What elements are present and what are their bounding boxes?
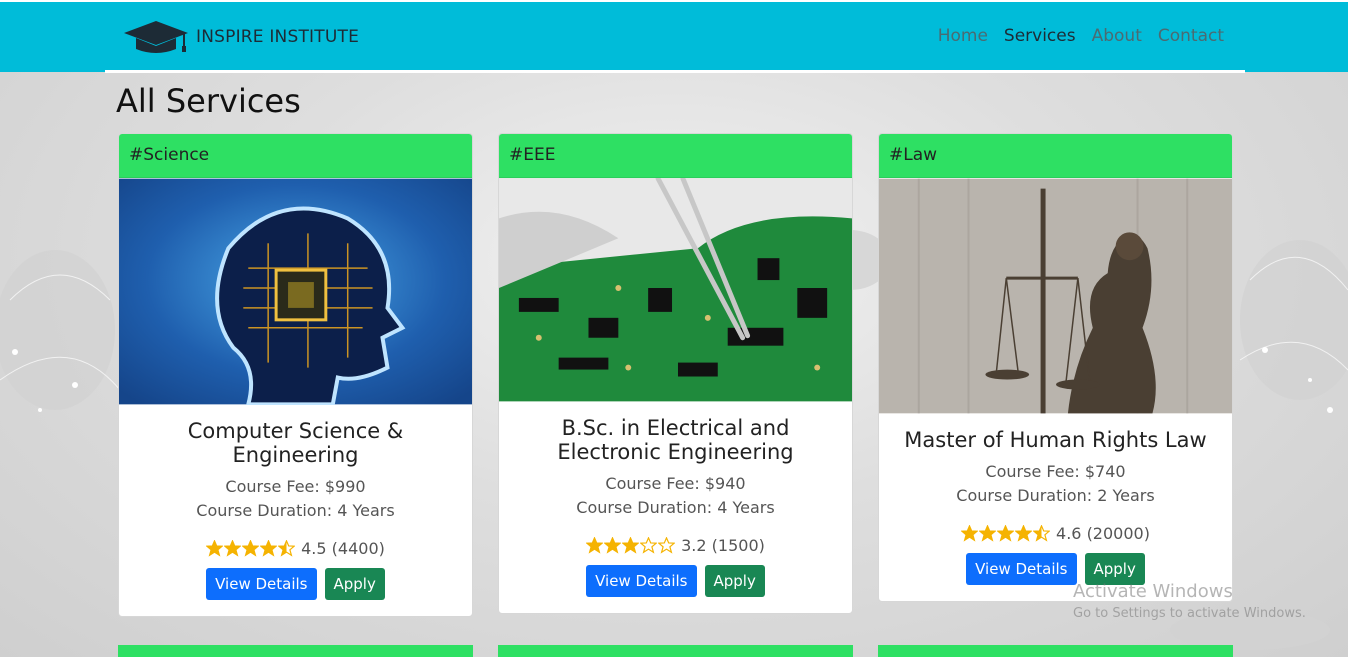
rating-text: 4.6 (20000) [1056, 524, 1150, 543]
card-tag: #Science [119, 134, 472, 178]
nav-home[interactable]: Home [938, 26, 988, 46]
star-full-icon [961, 525, 979, 542]
service-card-eee: #EEE B.Sc. in Electrical and Electronic … [498, 133, 853, 614]
rating-text: 4.5 (4400) [301, 539, 385, 558]
course-duration: Course Duration: 2 Years [956, 486, 1155, 505]
next-card-header [878, 645, 1233, 657]
nav-menu: Home Services About Contact [938, 26, 1224, 46]
star-rating [586, 537, 676, 554]
star-half-icon [1033, 525, 1051, 542]
star-rating [206, 540, 296, 557]
course-fee: Course Fee: $940 [605, 474, 746, 493]
star-half-icon [640, 537, 658, 554]
page-title: All Services [116, 82, 301, 120]
course-title: Master of Human Rights Law [904, 428, 1207, 452]
watermark-subtitle: Go to Settings to activate Windows. [1073, 606, 1306, 621]
apply-button[interactable]: Apply [324, 568, 385, 600]
service-card-science: #Science Computer Science & Engineering … [118, 133, 473, 617]
course-fee: Course Fee: $990 [225, 477, 366, 496]
rating: 3.2 (1500) [509, 536, 842, 555]
star-full-icon [979, 525, 997, 542]
windows-activation-watermark: Activate Windows Go to Settings to activ… [1073, 581, 1306, 621]
card-tag: #Law [879, 134, 1232, 178]
star-full-icon [586, 537, 604, 554]
star-full-icon [206, 540, 224, 557]
rating: 4.5 (4400) [129, 539, 462, 558]
star-full-icon [260, 540, 278, 557]
star-empty-icon [658, 537, 676, 554]
course-duration: Course Duration: 4 Years [196, 501, 395, 520]
star-full-icon [1015, 525, 1033, 542]
brand-name: INSPIRE INSTITUTE [196, 27, 360, 47]
nav-services[interactable]: Services [1004, 26, 1076, 46]
brand-logo[interactable]: INSPIRE INSTITUTE [122, 19, 359, 55]
star-half-icon [278, 540, 296, 557]
star-full-icon [604, 537, 622, 554]
rating: 4.6 (20000) [889, 524, 1222, 543]
navbar: INSPIRE INSTITUTE Home Services About Co… [0, 0, 1348, 72]
star-full-icon [224, 540, 242, 557]
next-card-header [118, 645, 473, 657]
view-details-button[interactable]: View Details [586, 565, 697, 597]
course-title: B.Sc. in Electrical and Electronic Engin… [557, 416, 794, 464]
card-tag: #EEE [499, 134, 852, 178]
view-details-button[interactable]: View Details [206, 568, 317, 600]
course-title: Computer Science & Engineering [187, 419, 404, 467]
lady-justice-statue-image[interactable] [879, 178, 1232, 414]
watermark-title: Activate Windows [1073, 581, 1233, 602]
service-card-law: #Law Master of Human Rights Law Course F… [878, 133, 1233, 602]
star-full-icon [242, 540, 260, 557]
course-fee: Course Fee: $740 [985, 462, 1126, 481]
star-rating [961, 525, 1051, 542]
star-full-icon [622, 537, 640, 554]
nav-contact[interactable]: Contact [1158, 26, 1224, 46]
ai-brain-chip-image[interactable] [119, 178, 472, 405]
rating-text: 3.2 (1500) [681, 536, 765, 555]
nav-about[interactable]: About [1092, 26, 1142, 46]
circuit-board-image[interactable] [499, 178, 852, 402]
navbar-divider [105, 70, 1245, 73]
graduation-cap-icon [124, 21, 188, 53]
star-full-icon [997, 525, 1015, 542]
course-duration: Course Duration: 4 Years [576, 498, 775, 517]
apply-button[interactable]: Apply [704, 565, 765, 597]
view-details-button[interactable]: View Details [966, 553, 1077, 585]
next-card-header [498, 645, 853, 657]
